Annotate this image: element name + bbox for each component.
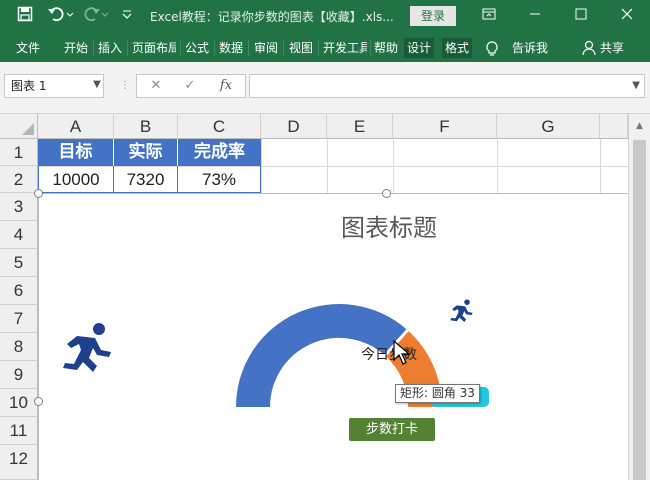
tab-file[interactable]: 文件 bbox=[16, 38, 40, 58]
tab-format[interactable]: 格式 bbox=[442, 38, 473, 58]
row-header-8[interactable]: 8 bbox=[0, 333, 38, 361]
runner-small-icon bbox=[450, 299, 473, 323]
scroll-up-icon[interactable]: ▲ bbox=[631, 116, 648, 136]
insert-function-icon[interactable]: fx bbox=[211, 75, 241, 97]
vertical-scrollbar[interactable]: ▲ bbox=[628, 114, 650, 480]
title-bar: Excel教程：记录你步数的图表【收藏】.xls... 登录 bbox=[0, 0, 650, 32]
maximize-icon[interactable] bbox=[566, 4, 596, 28]
tab-page-layout[interactable]: 页面布局 bbox=[132, 38, 176, 58]
column-header-b[interactable]: B bbox=[114, 114, 178, 139]
tab-insert[interactable]: 插入 bbox=[98, 38, 122, 58]
row-header-5[interactable]: 5 bbox=[0, 249, 38, 277]
tab-review[interactable]: 审阅 bbox=[254, 38, 278, 58]
cell-b2[interactable]: 7320 bbox=[114, 166, 178, 193]
tab-home[interactable]: 开始 bbox=[64, 38, 88, 58]
column-header-h[interactable] bbox=[600, 114, 628, 139]
select-all-corner[interactable] bbox=[0, 114, 38, 139]
formula-bar: 图表 1 ▼ ⋮ ✕ ✓ fx ▼ bbox=[0, 62, 650, 114]
mouse-cursor-icon bbox=[393, 340, 411, 365]
tab-help[interactable]: 帮助 bbox=[374, 38, 398, 58]
login-button[interactable]: 登录 bbox=[410, 6, 456, 26]
cancel-icon[interactable]: ✕ bbox=[141, 75, 171, 97]
row-header-9[interactable]: 9 bbox=[0, 361, 38, 389]
enter-icon[interactable]: ✓ bbox=[175, 75, 205, 97]
column-header-a[interactable]: A bbox=[38, 114, 114, 139]
cell-a1[interactable]: 目标 bbox=[38, 139, 114, 166]
cell-c1[interactable]: 完成率 bbox=[178, 139, 261, 166]
cell-a2[interactable]: 10000 bbox=[38, 166, 114, 193]
tab-design[interactable]: 设计 bbox=[404, 38, 435, 58]
formula-input[interactable]: ▼ bbox=[249, 74, 645, 98]
cell-c2[interactable]: 73% bbox=[178, 166, 261, 193]
scroll-thumb[interactable] bbox=[633, 140, 646, 480]
tell-me-link[interactable]: 告诉我 bbox=[512, 38, 548, 58]
tab-formulas[interactable]: 公式 bbox=[185, 38, 209, 58]
row-header-11[interactable]: 11 bbox=[0, 417, 38, 445]
tab-data[interactable]: 数据 bbox=[219, 38, 243, 58]
undo-icon[interactable] bbox=[46, 6, 76, 26]
step-checkin-button[interactable]: 步数打卡 bbox=[349, 418, 435, 441]
row-header-6[interactable]: 6 bbox=[0, 277, 38, 305]
expand-formula-icon[interactable]: ▼ bbox=[632, 75, 640, 97]
chart-area[interactable]: 图表标题 今日步数 矩形: 圆角 33 步数打卡 bbox=[34, 189, 628, 480]
user-icon[interactable] bbox=[582, 40, 596, 59]
name-box[interactable]: 图表 1 bbox=[4, 74, 104, 98]
minimize-icon[interactable] bbox=[520, 4, 550, 28]
column-header-d[interactable]: D bbox=[261, 114, 327, 139]
splitter-handle[interactable]: ⋮ bbox=[120, 80, 130, 92]
runner-icon bbox=[63, 323, 111, 372]
worksheet-grid: A B C D E F G 1 2 3 4 5 6 7 8 9 10 11 12… bbox=[0, 114, 650, 480]
customize-icon[interactable] bbox=[116, 6, 138, 26]
tab-developer[interactable]: 开发工具 bbox=[323, 38, 367, 58]
window-title: Excel教程：记录你步数的图表【收藏】.xls... bbox=[150, 10, 394, 24]
lightbulb-icon[interactable] bbox=[486, 41, 498, 60]
save-icon[interactable] bbox=[14, 6, 36, 26]
row-header-3[interactable]: 3 bbox=[0, 193, 38, 221]
gauge-svg bbox=[236, 304, 442, 407]
close-icon[interactable] bbox=[612, 4, 642, 28]
row-header-7[interactable]: 7 bbox=[0, 305, 38, 333]
row-header-1[interactable]: 1 bbox=[0, 139, 38, 166]
column-header-e[interactable]: E bbox=[327, 114, 393, 139]
name-box-dropdown-icon[interactable]: ▼ bbox=[90, 74, 104, 98]
redo-icon[interactable] bbox=[82, 6, 112, 26]
column-header-g[interactable]: G bbox=[497, 114, 600, 139]
row-header-4[interactable]: 4 bbox=[0, 221, 38, 249]
row-header-2[interactable]: 2 bbox=[0, 166, 38, 193]
formula-buttons: ✕ ✓ fx bbox=[136, 74, 246, 98]
row-header-10[interactable]: 10 bbox=[0, 389, 38, 417]
shape-tooltip: 矩形: 圆角 33 bbox=[395, 384, 480, 403]
tab-view[interactable]: 视图 bbox=[289, 38, 313, 58]
share-button[interactable]: 共享 bbox=[600, 38, 624, 58]
column-header-f[interactable]: F bbox=[393, 114, 497, 139]
ribbon-tabs: 文件 开始 插入 页面布局 公式 数据 审阅 视图 开发工具 帮助 设计 格式 … bbox=[0, 32, 650, 62]
ribbon-display-icon[interactable] bbox=[474, 4, 504, 28]
cell-b1[interactable]: 实际 bbox=[114, 139, 178, 166]
row-header-12[interactable]: 12 bbox=[0, 445, 38, 480]
column-header-c[interactable]: C bbox=[178, 114, 261, 139]
